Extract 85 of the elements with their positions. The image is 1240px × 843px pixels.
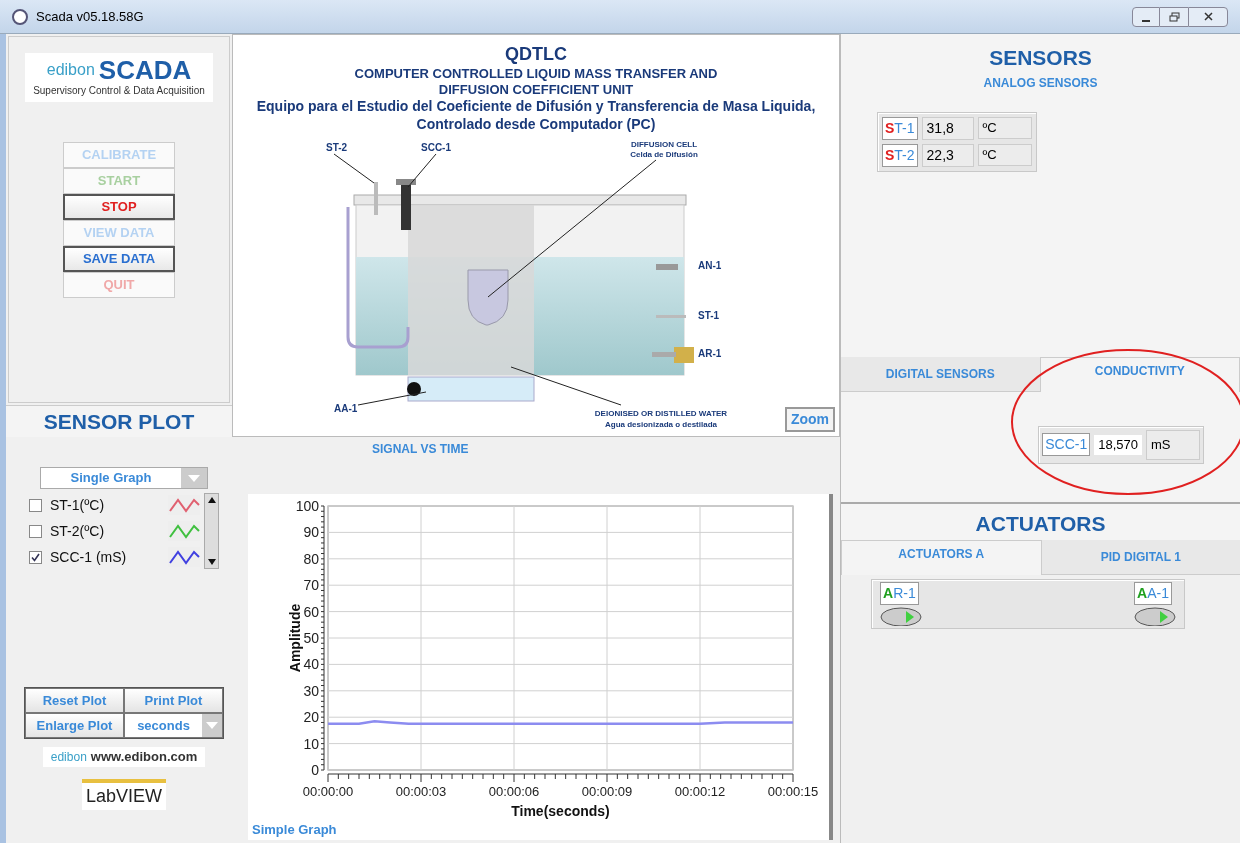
close-icon (1203, 12, 1213, 21)
y-tick-label: 40 (303, 656, 319, 673)
channel-label: ST-1(ºC) (50, 495, 105, 515)
window-title: Scada v05.18.58G (36, 7, 144, 26)
section-subtitle: ANALOG SENSORS (982, 74, 1099, 92)
y-tick-label: 10 (303, 735, 319, 752)
section-header: SENSOR PLOT (6, 405, 232, 437)
scroll-down-icon[interactable] (207, 559, 216, 565)
unit-code: QDTLC (505, 43, 567, 66)
time-unit-dropdown[interactable]: seconds (124, 713, 223, 738)
section-header: SENSORS (988, 45, 1093, 71)
actuator-tag: AA-1 (1134, 581, 1172, 605)
control-button[interactable]: SAVE DATA (63, 246, 175, 272)
tab[interactable]: DIGITAL SENSORS (841, 357, 1040, 392)
chart-footer: Simple Graph (252, 820, 337, 840)
actuator-label: AN-1 (698, 260, 722, 271)
diagram-label: DIFFUSION CELL (630, 140, 698, 149)
sensor-tag: ST-2 (882, 143, 918, 167)
sensor-value: 22,3 (921, 143, 974, 167)
leader-line (333, 153, 375, 184)
x-tick-label: 00:00:06 (488, 784, 540, 799)
toggle-switch-icon[interactable] (880, 606, 922, 626)
unit-title: COMPUTER CONTROLLED LIQUID MASS TRANSFER AND DIFFUSION COEFFICIENT UNIT (353, 65, 719, 98)
sensor-value: 18,570 (1094, 435, 1142, 455)
channel-label: SCC-1 (mS) (50, 547, 127, 567)
edibon-website-logo: edibon www.edibon.com (42, 747, 206, 767)
leader-line (407, 153, 437, 188)
dropdown-arrow-icon (206, 722, 218, 729)
leader-line (357, 391, 427, 406)
minimize-button[interactable] (1132, 6, 1160, 27)
app-icon (12, 8, 28, 25)
scroll-up-icon[interactable] (207, 497, 216, 503)
zoom-button[interactable]: Zoom (784, 407, 835, 432)
actuator-label: AA-1 (334, 403, 358, 414)
y-tick-label: 50 (303, 630, 319, 646)
diagram-label: Celda de Difusión (630, 150, 698, 159)
restore-icon (1168, 11, 1180, 22)
x-tick-label: 00:00:03 (395, 784, 447, 799)
dropdown-arrow-icon (188, 474, 200, 482)
graph-mode-dropdown[interactable]: Single Graph (40, 467, 208, 489)
y-tick-label: 30 (303, 682, 319, 699)
plot-button[interactable]: Enlarge Plot (25, 713, 124, 738)
x-tick-label: 00:00:12 (674, 784, 726, 799)
sensor-unit: ºC (977, 117, 1032, 139)
y-tick-label: 20 (303, 709, 319, 726)
y-tick-label: 80 (303, 550, 319, 567)
section-header: ACTUATORS (974, 511, 1107, 537)
sensor-unit: ºC (977, 144, 1032, 166)
x-tick-label: 00:00:00 (302, 784, 354, 799)
sensor-label: SCC-1 (421, 142, 451, 153)
sensor-label: ST-2 (326, 142, 348, 153)
tab[interactable]: ACTUATORS A (841, 539, 1042, 575)
y-tick-label: 70 (303, 577, 319, 594)
y-tick-label: 60 (303, 603, 319, 620)
diagram-label: DEIONISED OR DISTILLED WATER (594, 409, 728, 418)
x-tick-label: 00:00:15 (767, 784, 819, 799)
minimize-icon (1142, 19, 1150, 22)
chart-title: SIGNAL VS TIME (372, 441, 470, 458)
y-axis-title: Amplitude (287, 603, 303, 673)
x-tick-label: 00:00:09 (581, 784, 633, 799)
diagram-label: Agua desionizada o destilada (605, 420, 717, 429)
channel-checkbox[interactable] (29, 524, 42, 538)
actuator-tag: AR-1 (880, 581, 919, 605)
sensor-label: ST-1 (698, 310, 720, 321)
sensor-tag: ST-1 (882, 116, 918, 140)
control-button[interactable]: STOP (63, 194, 175, 220)
channel-checkbox[interactable] (29, 498, 42, 512)
channel-label: ST-2(ºC) (50, 521, 105, 541)
unit-subtitle: Equipo para el Estudio del Coeficiente de Difusión y Transferencia de Masa Liquida, Controlado desde Computador (PC) (256, 98, 816, 133)
sensor-unit: mS (1146, 430, 1200, 460)
sensor-value: 31,8 (921, 116, 974, 140)
y-tick-label: 0 (311, 762, 319, 778)
plot-button[interactable]: Reset Plot (25, 688, 124, 713)
close-button[interactable] (1188, 6, 1228, 27)
x-axis-title: Time(seconds) (511, 803, 610, 819)
tab[interactable]: PID DIGITAL 1 (1041, 539, 1240, 575)
channel-checkbox[interactable] (29, 550, 42, 564)
labview-logo: LabVIEW (81, 778, 166, 810)
actuator-label: AR-1 (698, 348, 722, 359)
y-tick-label: 100 (295, 498, 319, 514)
sensor-tag: SCC-1 (1042, 433, 1091, 457)
plot-button[interactable]: Print Plot (124, 688, 223, 713)
y-tick-label: 90 (303, 524, 319, 541)
toggle-switch-icon[interactable] (1134, 606, 1176, 626)
tab[interactable]: CONDUCTIVITY (1039, 357, 1240, 392)
